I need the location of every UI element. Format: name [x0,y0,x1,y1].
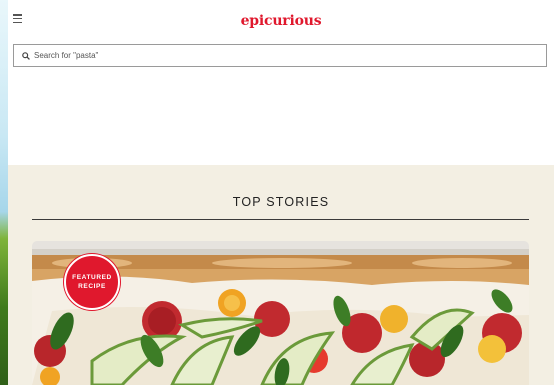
search-icon [22,51,30,60]
featured-story-card[interactable]: FEATURED RECIPE [32,241,529,385]
page-content: epicurious TOP STORIES [8,0,554,385]
top-stories-section: TOP STORIES FEATURED RECIPE [8,165,554,385]
featured-recipe-badge: FEATURED RECIPE [64,254,120,310]
search-input[interactable] [34,51,514,60]
site-logo[interactable]: epicurious [8,13,554,29]
section-divider [32,219,529,220]
featured-badge-label: FEATURED RECIPE [72,274,112,290]
site-header: epicurious [8,0,554,44]
section-title: TOP STORIES [232,195,330,209]
search-bar[interactable] [13,44,547,67]
